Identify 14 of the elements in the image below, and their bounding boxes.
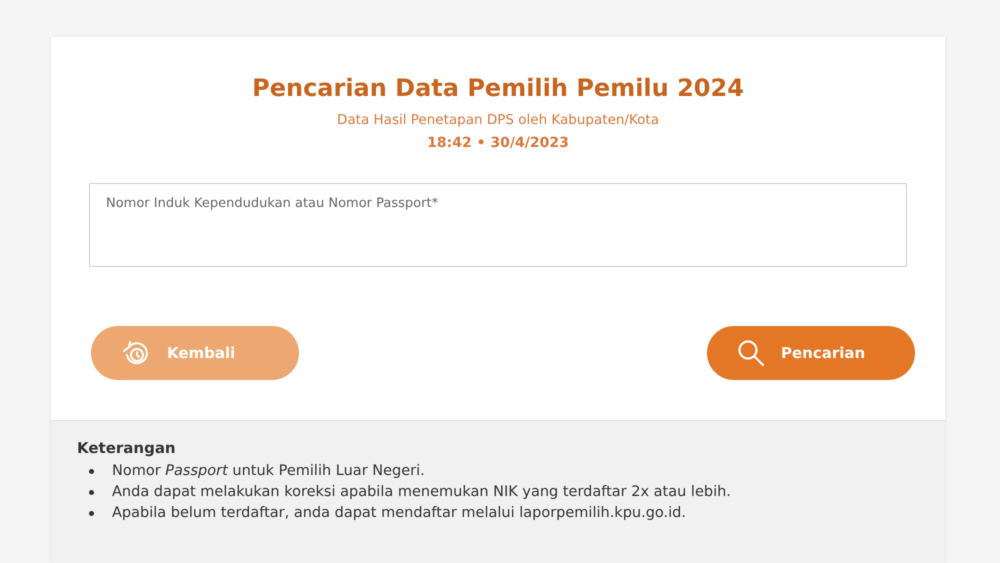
note-text: Apabila belum terdaftar, anda dapat mendaftar melalui laporpemilih.kpu.go.id. (112, 505, 686, 521)
search-button[interactable]: Pencarian (707, 326, 915, 380)
bullet-icon (89, 468, 94, 474)
back-button[interactable]: Kembali (91, 326, 299, 380)
note-text: Nomor Passport untuk Pemilih Luar Negeri. (112, 463, 425, 479)
bullet-icon (89, 510, 94, 516)
note-text: Anda dapat melakukan koreksi apabila menemukan NIK yang terdaftar 2x atau lebih. (112, 484, 731, 500)
subtitle: Data Hasil Penetapan DPS oleh Kabupaten/Kota (337, 112, 659, 128)
input-field[interactable]: Nomor Induk Kependudukan atau Nomor Passport* (89, 183, 907, 267)
search-icon (737, 339, 765, 367)
bullet-icon (89, 490, 94, 494)
page-title: Pencarian Data Pemilih Pemilu 2024 (252, 74, 744, 102)
timestamp: 18:42 • 30/4/2023 (427, 135, 569, 151)
notes-heading: Keterangan (77, 439, 177, 457)
